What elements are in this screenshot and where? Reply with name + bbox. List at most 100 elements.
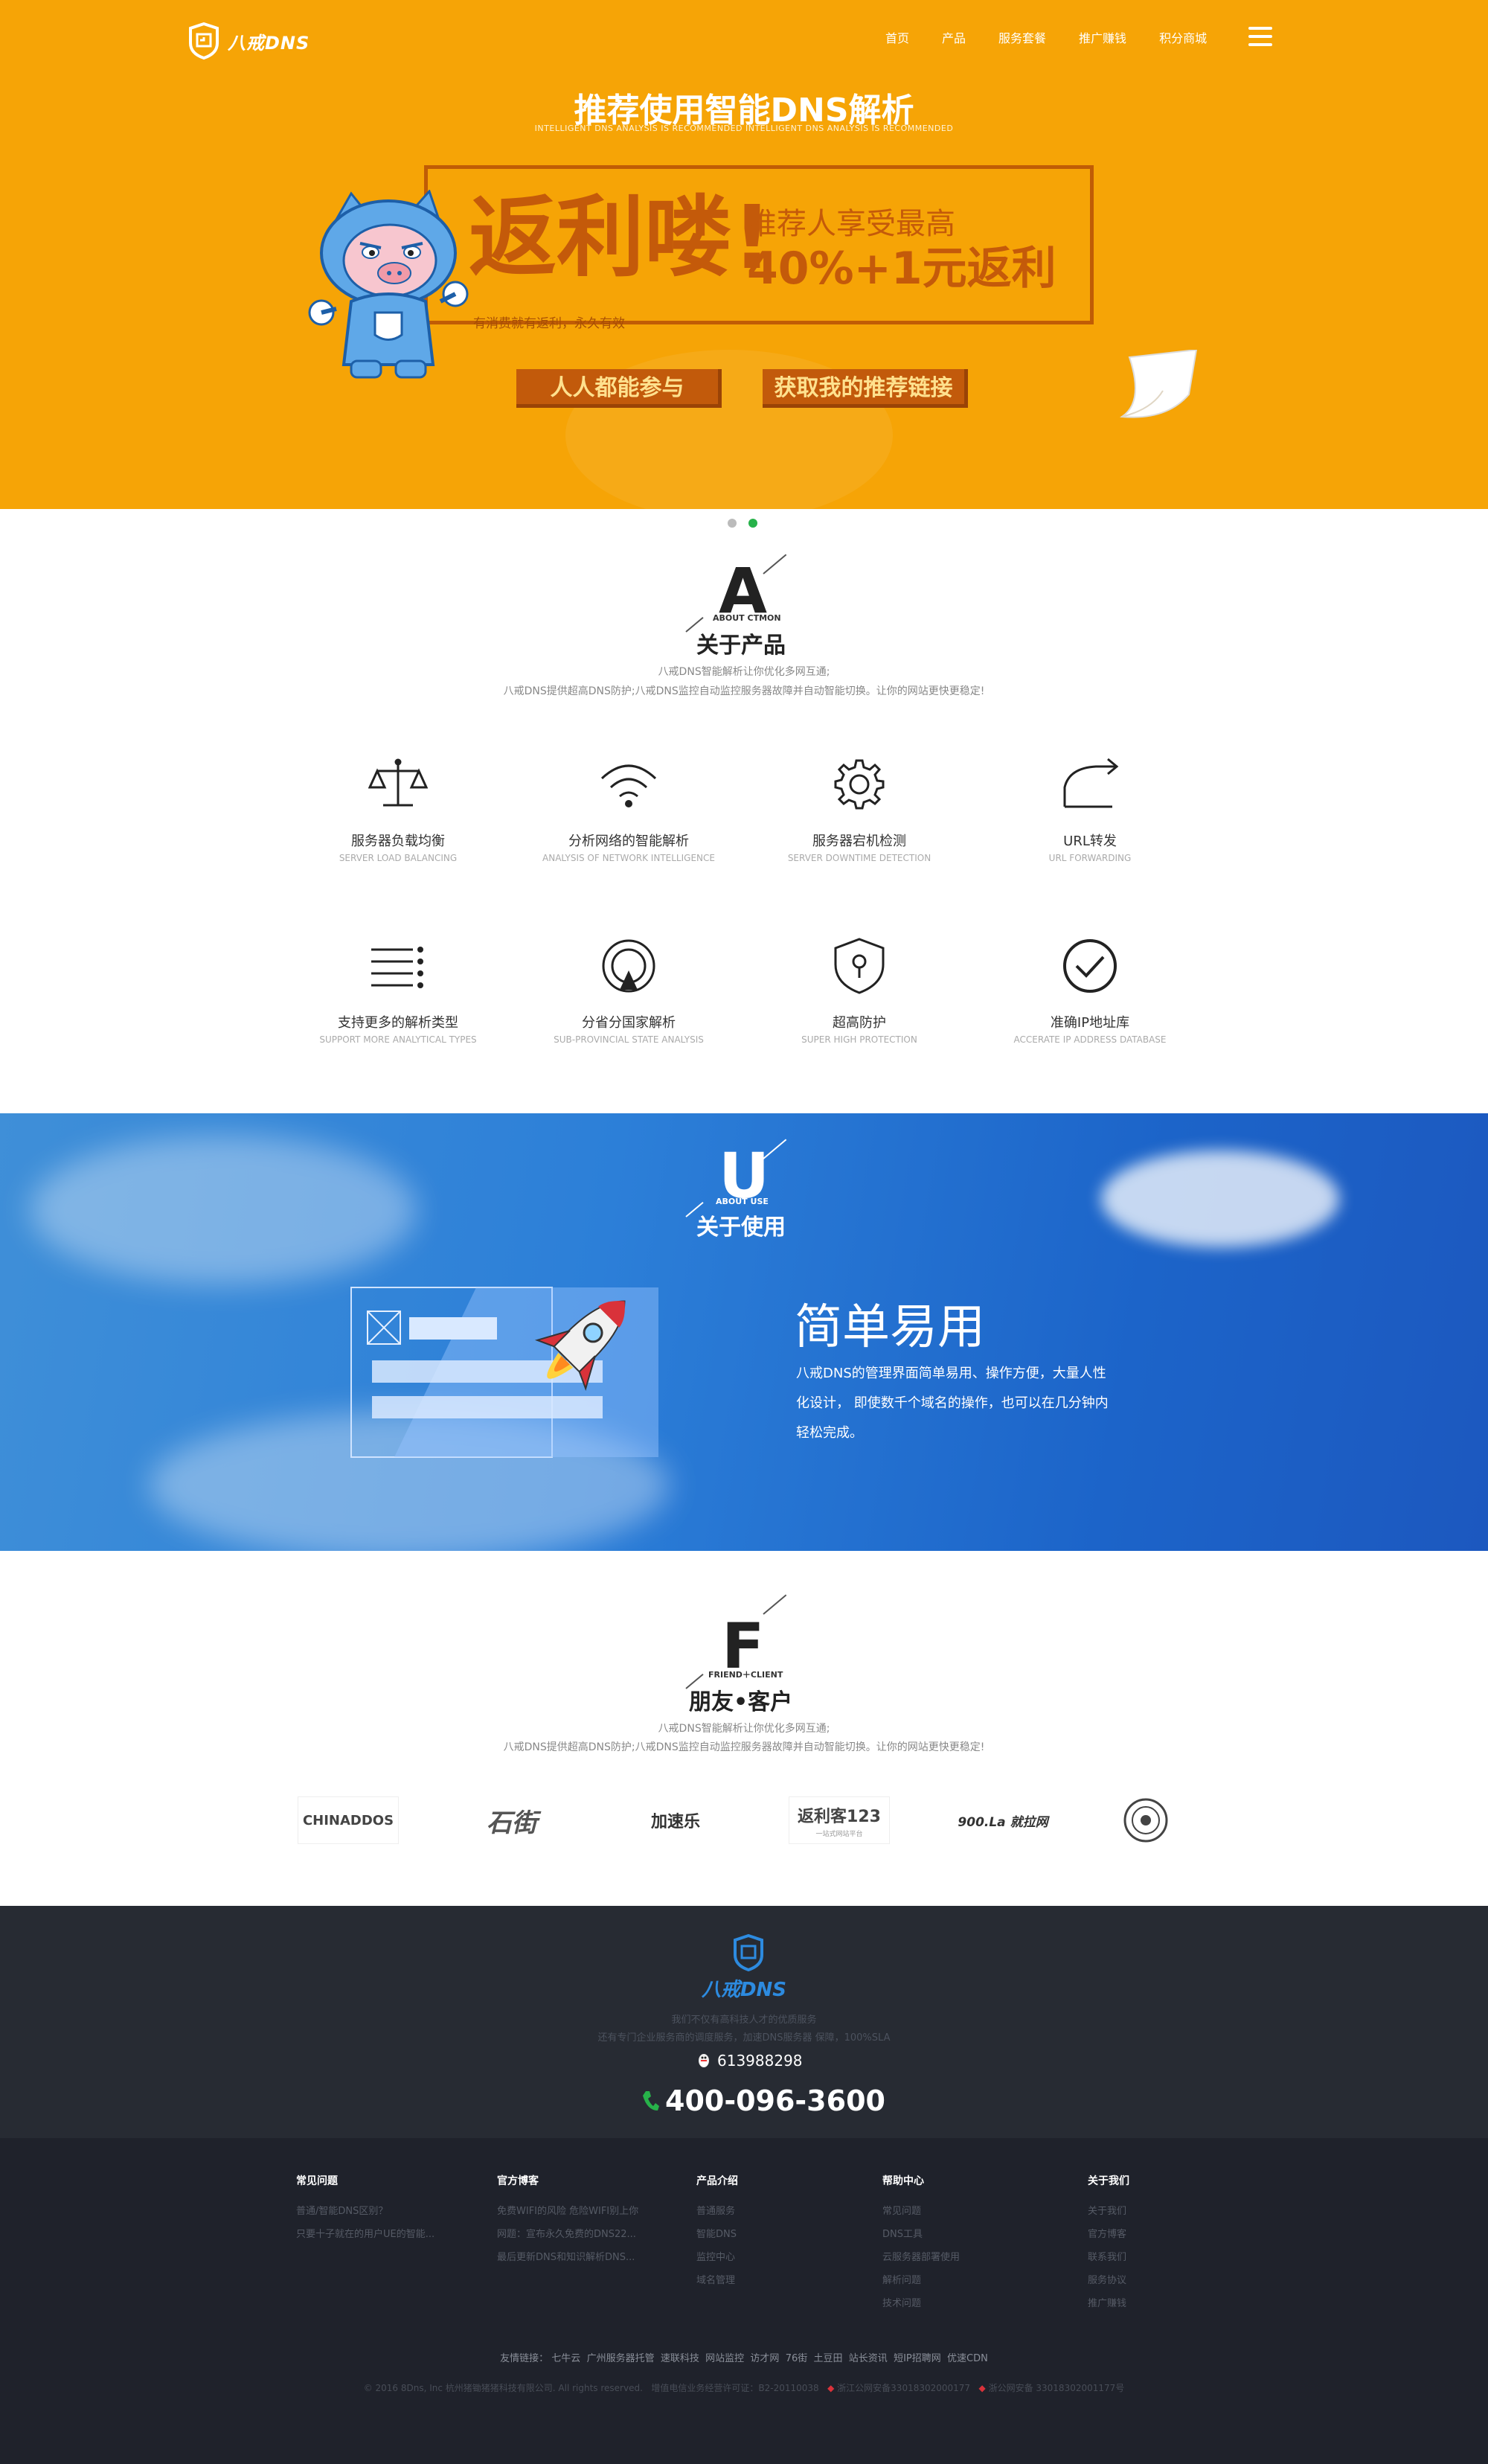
phone-number: 400-096-3600 — [665, 2084, 885, 2117]
footer-link[interactable]: 只要十子就在的用户UE的智能... — [296, 2223, 434, 2246]
footer-link[interactable]: 服务协议 — [1088, 2269, 1129, 2292]
footer-contact: 八戒DNS 我们不仅有高科技人才的优质服务 还有专门企业服务商的调度服务，加速D… — [0, 1906, 1488, 2138]
footer-link[interactable]: 推广赚钱 — [1088, 2292, 1129, 2315]
feature-regional-analysis[interactable]: 分省分国家解析 SUB-PROVINCIAL STATE ANALYSIS — [525, 936, 733, 1045]
feature-load-balancing[interactable]: 服务器负载均衡 SERVER LOAD BALANCING — [294, 755, 502, 863]
friend-link[interactable]: 短IP招聘网 — [894, 2353, 941, 2364]
partner-logo-jiula[interactable]: 900.La 就拉网 — [952, 1796, 1054, 1844]
partner-logo-fanlike[interactable]: 返利客123 一站式网站平台 — [789, 1796, 890, 1844]
footer-link[interactable]: 监控中心 — [696, 2246, 738, 2269]
footer-link[interactable]: DNS工具 — [882, 2223, 960, 2246]
curled-paper-icon — [1120, 350, 1198, 418]
friend-link[interactable]: 广州服务器托管 — [587, 2353, 655, 2364]
copyright-bar: © 2016 8Dns, Inc 杭州猪锄猪猪科技有限公司. All right… — [0, 2381, 1488, 2394]
about-product-title: 关于产品 — [696, 633, 786, 659]
nav-products[interactable]: 产品 — [942, 28, 966, 46]
slider-dot-2[interactable] — [748, 519, 757, 528]
friend-link[interactable]: 优速CDN — [947, 2353, 988, 2364]
decor-slash — [763, 1594, 787, 1615]
footer-link[interactable]: 最后更新DNS和知识解析DNS... — [497, 2246, 638, 2269]
footer-col-title: 关于我们 — [1088, 2175, 1129, 2187]
partner-seal-icon[interactable] — [1120, 1796, 1172, 1844]
promo-note: 有消费就有返利，永久有效 — [473, 316, 625, 331]
feature-analysis-types[interactable]: 支持更多的解析类型 SUPPORT MORE ANALYTICAL TYPES — [294, 936, 502, 1045]
friends-desc-2: 八戒DNS提供超高DNS防护;八戒DNS监控自动监控服务器故障并自动智能切换。让… — [503, 1741, 985, 1753]
feature-label: 支持更多的解析类型 — [338, 1015, 458, 1031]
footer-link[interactable]: 云服务器部署使用 — [882, 2246, 960, 2269]
footer-col-title: 帮助中心 — [882, 2175, 924, 2187]
footer-link[interactable]: 联系我们 — [1088, 2246, 1129, 2269]
slider-dot-1[interactable] — [728, 519, 737, 528]
list-icon — [371, 947, 423, 988]
feature-label: 服务器宕机检测 — [812, 833, 906, 849]
feature-network-analysis[interactable]: 分析网络的智能解析 ANALYSIS OF NETWORK INTELLIGEN… — [525, 755, 733, 863]
hero-subtitle: INTELLIGENT DNS ANALYSIS IS RECOMMENDED … — [534, 124, 954, 133]
footer-col-products: 产品介绍 普通服务 智能DNS 监控中心 域名管理 — [696, 2173, 738, 2292]
logo-shield-icon — [189, 22, 219, 60]
friend-link[interactable]: 速联科技 — [661, 2353, 699, 2364]
about-use-text: 八戒DNS的管理界面简单易用、操作方便，大量人性化设计， 即使数千个域名的操作，… — [796, 1366, 1109, 1441]
footer-col-help: 帮助中心 常见问题 DNS工具 云服务器部署使用 解析问题 技术问题 — [882, 2173, 960, 2315]
footer-col-about: 关于我们 关于我们 官方博客 联系我们 服务协议 推广赚钱 — [1088, 2173, 1129, 2315]
partner-logo-chinaddos[interactable]: CHINADDOS — [298, 1796, 399, 1844]
footer-link[interactable]: 常见问题 — [882, 2200, 960, 2223]
footer-qq[interactable]: 613988298 — [696, 2052, 803, 2070]
nav-promote[interactable]: 推广赚钱 — [1079, 28, 1126, 46]
friend-link[interactable]: 访才网 — [750, 2353, 779, 2364]
icp-license[interactable]: 增值电信业务经营许可证：B2-20110038 — [651, 2383, 818, 2393]
partner-logo-shijie[interactable]: 石街 — [461, 1796, 562, 1844]
feature-sublabel: SERVER LOAD BALANCING — [339, 853, 458, 863]
feature-ip-database[interactable]: 准确IP地址库 ACCERATE IP ADDRESS DATABASE — [986, 936, 1194, 1045]
about-use-section: U ABOUT USE 关于使用 简单易用 八戒DNS的管理界面简单易用、操作方… — [0, 1113, 1488, 1551]
footer-link[interactable]: 免费WIFI的风险 危险WIFI别上你 — [497, 2200, 638, 2223]
site-logo[interactable]: 八戒DNS — [187, 22, 314, 60]
police-record-1[interactable]: 浙江公网安备33018302000177 — [837, 2383, 970, 2393]
participate-button[interactable]: 人人都能参与 — [516, 369, 722, 408]
footer-phone[interactable]: 400-096-3600 — [641, 2084, 885, 2117]
feature-sublabel: ACCERATE IP ADDRESS DATABASE — [1013, 1034, 1167, 1045]
qq-penguin-icon — [699, 2054, 709, 2067]
footer-link[interactable]: 网题：宣布永久免费的DNS22... — [497, 2223, 638, 2246]
check-circle-icon — [1063, 939, 1117, 993]
partner-logo-fanlike-sub: 一站式网站平台 — [815, 1830, 863, 1838]
friends-title: 朋友•客户 — [689, 1689, 793, 1715]
feature-sublabel: SUB-PROVINCIAL STATE ANALYSIS — [554, 1034, 704, 1045]
feature-label: 超高防护 — [833, 1015, 886, 1031]
footer-link[interactable]: 智能DNS — [696, 2223, 738, 2246]
about-product-caption: ABOUT CTMON — [713, 613, 781, 623]
friend-link[interactable]: 站长资讯 — [849, 2353, 888, 2364]
footer-link[interactable]: 技术问题 — [882, 2292, 960, 2315]
phone-icon — [643, 2091, 659, 2111]
shield-icon — [834, 938, 885, 994]
promo-line2: 40%+1元返利 — [747, 243, 1056, 295]
hamburger-menu-icon[interactable] — [1248, 27, 1272, 48]
qq-number: 613988298 — [717, 2052, 803, 2070]
footer-link[interactable]: 关于我们 — [1088, 2200, 1129, 2223]
footer-link[interactable]: 普通服务 — [696, 2200, 738, 2223]
friend-link[interactable]: 76街 — [786, 2353, 808, 2364]
footer-link[interactable]: 官方博客 — [1088, 2223, 1129, 2246]
pig-mascot-icon — [308, 190, 469, 379]
about-product-desc-1: 八戒DNS智能解析让你优化多网互通; — [658, 666, 830, 678]
police-record-2[interactable]: 浙公网安备 33018302001177号 — [989, 2383, 1125, 2393]
nav-points-mall[interactable]: 积分商城 — [1159, 28, 1207, 46]
footer-link[interactable]: 普通/智能DNS区别？ — [296, 2200, 434, 2223]
feature-high-protection[interactable]: 超高防护 SUPER HIGH PROTECTION — [755, 936, 963, 1045]
friend-link[interactable]: 网站监控 — [705, 2353, 744, 2364]
gear-icon — [834, 759, 885, 810]
footer-link[interactable]: 解析问题 — [882, 2269, 960, 2292]
footer-logo-text: 八戒DNS — [701, 1979, 787, 2001]
feature-url-forwarding[interactable]: URL转发 URL FORWARDING — [986, 755, 1194, 863]
feature-downtime-detection[interactable]: 服务器宕机检测 SERVER DOWNTIME DETECTION — [755, 755, 963, 863]
nav-plans[interactable]: 服务套餐 — [998, 28, 1046, 46]
friend-link[interactable]: 七牛云 — [551, 2353, 580, 2364]
friend-link[interactable]: 土豆田 — [814, 2353, 843, 2364]
get-referral-link-button[interactable]: 获取我的推荐链接 — [763, 369, 968, 408]
feature-sublabel: SUPPORT MORE ANALYTICAL TYPES — [319, 1034, 477, 1045]
footer-link[interactable]: 域名管理 — [696, 2269, 738, 2292]
about-use-caption: ABOUT USE — [716, 1197, 769, 1206]
partner-logo-jiasule[interactable]: 加速乐 — [625, 1796, 726, 1844]
slider-dots — [728, 519, 757, 528]
nav-home[interactable]: 首页 — [885, 28, 909, 46]
logo-text: 八戒DNS — [228, 32, 310, 54]
